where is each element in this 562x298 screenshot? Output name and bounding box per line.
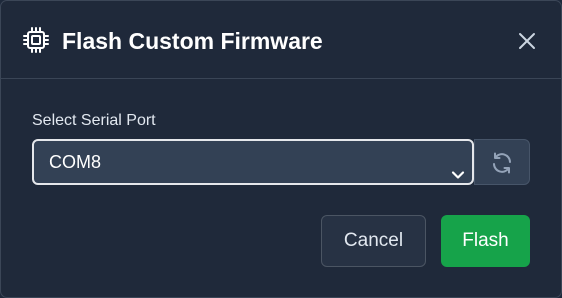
serial-port-select[interactable]: COM8	[32, 139, 474, 185]
flash-button[interactable]: Flash	[441, 215, 530, 267]
refresh-ports-button[interactable]	[474, 139, 530, 185]
refresh-icon	[493, 152, 511, 174]
close-icon[interactable]	[513, 27, 541, 55]
chevron-down-icon	[451, 155, 465, 179]
cancel-button[interactable]: Cancel	[321, 215, 426, 267]
serial-port-value: COM8	[49, 152, 102, 172]
flash-firmware-dialog: Flash Custom Firmware Select Serial Port…	[0, 0, 562, 298]
chip-icon	[22, 26, 50, 54]
dialog-title: Flash Custom Firmware	[62, 28, 323, 54]
dialog-header: Flash Custom Firmware	[1, 1, 561, 79]
serial-port-label: Select Serial Port	[32, 112, 156, 129]
